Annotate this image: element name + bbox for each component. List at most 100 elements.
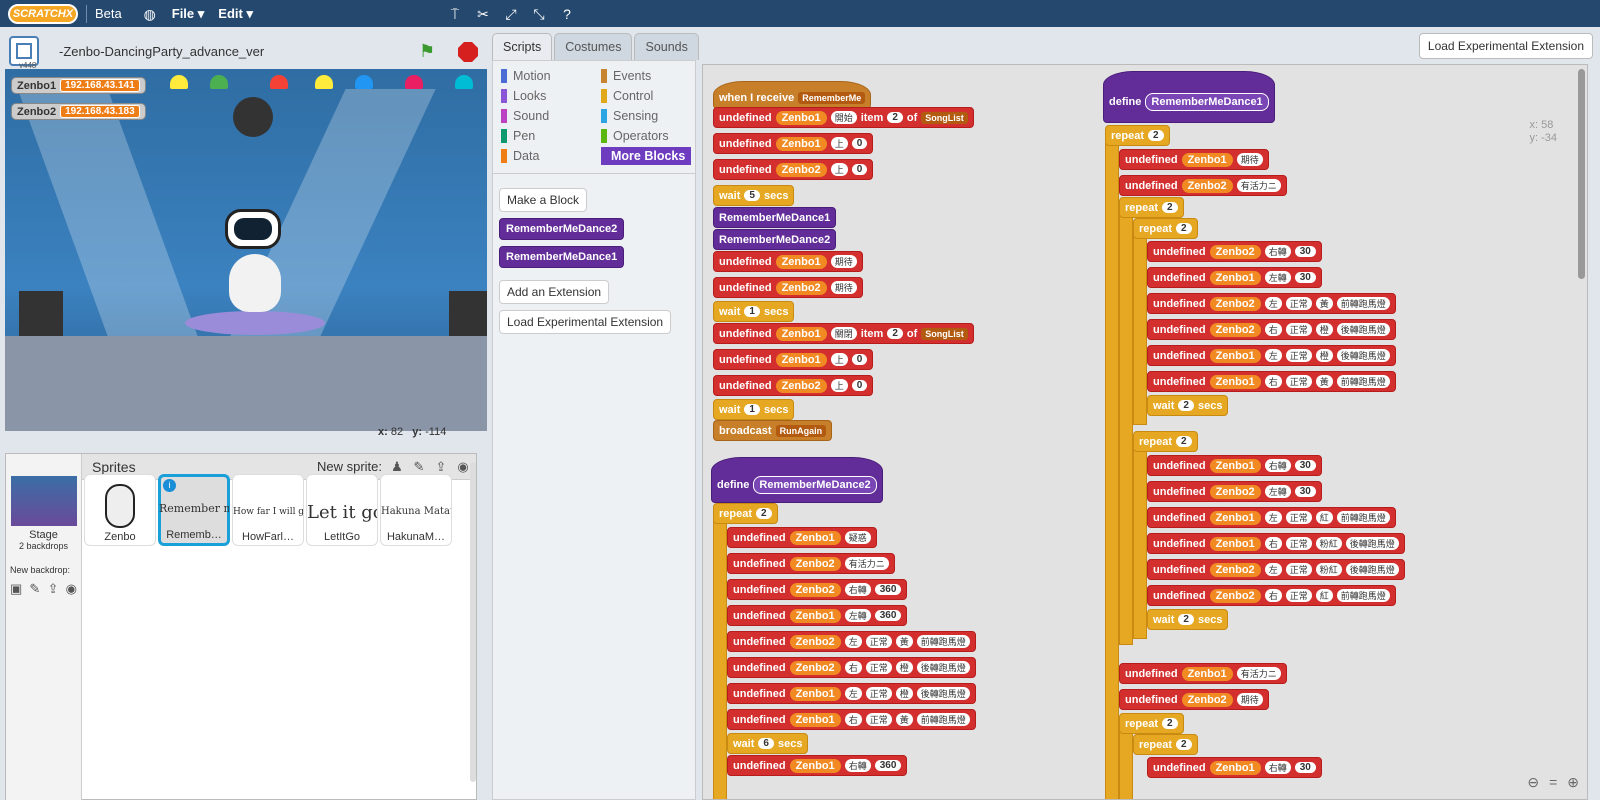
zenbo-block[interactable]: undefined Zenbo1 右轉 30 bbox=[1147, 757, 1322, 778]
repeat-block[interactable]: repeat 2 bbox=[1133, 734, 1198, 755]
sprites-scrollbar[interactable] bbox=[470, 462, 476, 782]
zenbo-robot-body[interactable] bbox=[229, 254, 281, 312]
zenbo-block[interactable]: undefined Zenbo1 期待 bbox=[713, 251, 863, 272]
zenbo-led-block[interactable]: undefined Zenbo2 右正常橙後轉跑馬燈 bbox=[727, 657, 976, 678]
palette-block-dance2[interactable]: RememberMeDance2 bbox=[499, 218, 625, 240]
zenbo-led-block[interactable]: undefined Zenbo2 左正常黃前轉跑馬燈 bbox=[1147, 293, 1396, 314]
zoom-reset-icon[interactable]: = bbox=[1549, 774, 1557, 791]
scratchx-logo[interactable]: SCRATCHX bbox=[8, 3, 78, 24]
zoom-in-icon[interactable]: ⊕ bbox=[1567, 774, 1579, 791]
zenbo-block[interactable]: undefined Zenbo1 右轉 30 bbox=[1147, 455, 1322, 476]
tab-scripts[interactable]: Scripts bbox=[492, 33, 553, 60]
repeat-block[interactable]: repeat 2 bbox=[713, 503, 778, 524]
repeat-block[interactable]: repeat 2 bbox=[1105, 125, 1170, 146]
edit-menu[interactable]: Edit ▾ bbox=[218, 6, 253, 22]
zenbo-led-block[interactable]: undefined Zenbo1 右正常 粉紅 後轉跑馬燈 bbox=[1147, 533, 1405, 554]
zenbo-led-block[interactable]: undefined Zenbo2 右正常橙後轉跑馬燈 bbox=[1147, 319, 1396, 340]
zenbo-block[interactable]: undefined Zenbo1 上 0 bbox=[713, 349, 874, 370]
add-extension-button[interactable]: Add an Extension bbox=[499, 280, 610, 304]
info-icon[interactable]: i bbox=[163, 479, 176, 492]
load-experimental-extension-button[interactable]: Load Experimental Extension bbox=[1418, 33, 1593, 59]
zenbo-led-block[interactable]: undefined Zenbo1 右正常黃前轉跑馬燈 bbox=[1147, 371, 1396, 392]
zenbo-led-block[interactable]: undefined Zenbo2 左正常 粉紅 後轉跑馬燈 bbox=[1147, 559, 1405, 580]
wait-block[interactable]: wait 1 secs bbox=[713, 301, 795, 322]
zenbo-block[interactable]: undefined Zenbo1 左轉 30 bbox=[1147, 267, 1322, 288]
camera-icon[interactable]: ◉ bbox=[66, 581, 77, 597]
zenbo-block[interactable]: undefined Zenbo2 右轉 30 bbox=[1147, 241, 1322, 262]
cut-scissors-icon[interactable]: ✂ bbox=[475, 6, 491, 22]
zenbo-block[interactable]: undefined Zenbo1 疑惑 bbox=[727, 527, 877, 548]
stage-canvas[interactable]: Zenbo1 192.168.43.141 Zenbo2 192.168.43.… bbox=[5, 69, 487, 431]
help-icon[interactable]: ? bbox=[559, 6, 575, 22]
category-more-blocks[interactable]: More Blocks bbox=[601, 147, 691, 165]
zenbo-block[interactable]: undefined Zenbo2 左轉 30 bbox=[1147, 481, 1322, 502]
define-block-dance2[interactable]: define RememberMeDance2 bbox=[711, 457, 883, 503]
category-sound[interactable]: Sound bbox=[501, 107, 601, 125]
when-i-receive-block[interactable]: when I receive RememberMe bbox=[713, 81, 872, 109]
repeat-block[interactable]: repeat 2 bbox=[1133, 218, 1198, 239]
variable-monitor-zenbo1[interactable]: Zenbo1 192.168.43.141 bbox=[11, 77, 146, 94]
zenbo-block[interactable]: undefined Zenbo1 左轉 360 bbox=[727, 605, 908, 626]
script-scrollbar[interactable] bbox=[1578, 69, 1585, 279]
category-operators[interactable]: Operators bbox=[601, 127, 701, 145]
zenbo-block[interactable]: undefined Zenbo1 期待 bbox=[1119, 149, 1269, 170]
stage-thumbnail[interactable] bbox=[10, 476, 77, 526]
category-events[interactable]: Events bbox=[601, 67, 701, 85]
zenbo-block[interactable]: undefined Zenbo1 開始 item 2 of SongList bbox=[713, 107, 974, 128]
green-flag-icon[interactable]: ⚑ bbox=[419, 41, 439, 61]
zenbo-led-block[interactable]: undefined Zenbo1 左正常橙後轉跑馬燈 bbox=[1147, 345, 1396, 366]
paint-brush-icon[interactable]: ✎ bbox=[29, 581, 40, 597]
wait-block[interactable]: wait 6 secs bbox=[727, 733, 809, 754]
sprite-tile[interactable]: How far I will go HowFarl… bbox=[232, 474, 304, 546]
duplicate-stamp-icon[interactable]: ⍑ bbox=[447, 6, 463, 22]
paint-brush-icon[interactable]: ✎ bbox=[410, 459, 428, 475]
stop-icon[interactable] bbox=[458, 42, 478, 62]
tab-sounds[interactable]: Sounds bbox=[634, 33, 699, 60]
repeat-block[interactable]: repeat 2 bbox=[1119, 713, 1184, 734]
sprite-tile[interactable]: Let it go LetItGo bbox=[306, 474, 378, 546]
category-motion[interactable]: Motion bbox=[501, 67, 601, 85]
sprite-tile[interactable]: Zenbo bbox=[84, 474, 156, 546]
grow-icon[interactable]: ⤢ bbox=[503, 6, 519, 22]
category-control[interactable]: Control bbox=[601, 87, 701, 105]
repeat-block[interactable]: repeat 2 bbox=[1119, 197, 1184, 218]
repeat-block[interactable]: repeat 2 bbox=[1133, 431, 1198, 452]
tab-costumes[interactable]: Costumes bbox=[554, 33, 633, 60]
shrink-icon[interactable]: ⤡ bbox=[531, 6, 547, 22]
palette-block-dance1[interactable]: RememberMeDance1 bbox=[499, 246, 625, 268]
load-extension-button[interactable]: Load Experimental Extension bbox=[499, 310, 672, 334]
file-menu[interactable]: File ▾ bbox=[172, 6, 205, 22]
zenbo-block[interactable]: undefined Zenbo1 右轉 360 bbox=[727, 755, 908, 776]
script-area[interactable]: x: 58 y: -34 when I receive RememberMe und… bbox=[702, 64, 1588, 800]
zenbo-led-block[interactable]: undefined Zenbo1 右正常黃前轉跑馬燈 bbox=[727, 709, 976, 730]
category-sensing[interactable]: Sensing bbox=[601, 107, 701, 125]
wait-block[interactable]: wait 5 secs bbox=[713, 185, 795, 206]
call-dance1-block[interactable]: RememberMeDance1 bbox=[713, 207, 837, 228]
sprite-tile[interactable]: Hakuna Matata HakunaM… bbox=[380, 474, 452, 546]
zenbo-block[interactable]: undefined Zenbo2 上 0 bbox=[713, 375, 874, 396]
category-looks[interactable]: Looks bbox=[501, 87, 601, 105]
make-a-block-button[interactable]: Make a Block bbox=[499, 188, 588, 212]
zenbo-block[interactable]: undefined Zenbo1 有活力ニ bbox=[1119, 663, 1287, 684]
sprite-library-icon[interactable]: ♟ bbox=[388, 459, 406, 475]
zenbo-robot-head[interactable] bbox=[225, 209, 281, 249]
zenbo-block[interactable]: undefined Zenbo1 上 0 bbox=[713, 133, 874, 154]
wait-block[interactable]: wait 2 secs bbox=[1147, 609, 1229, 630]
image-library-icon[interactable]: ▣ bbox=[10, 581, 22, 597]
zenbo-block[interactable]: undefined Zenbo2 上 0 bbox=[713, 159, 874, 180]
sprite-tile[interactable]: i Remember me Rememb… bbox=[158, 474, 230, 546]
upload-icon[interactable]: ⇪ bbox=[432, 459, 450, 475]
zenbo-block[interactable]: undefined Zenbo2 期待 bbox=[713, 277, 863, 298]
upload-icon[interactable]: ⇪ bbox=[47, 581, 59, 597]
category-pen[interactable]: Pen bbox=[501, 127, 601, 145]
zenbo-block[interactable]: undefined Zenbo2 期待 bbox=[1119, 689, 1269, 710]
zenbo-block[interactable]: undefined Zenbo2 有活力ニ bbox=[1119, 175, 1287, 196]
zenbo-block[interactable]: undefined Zenbo2 右轉 360 bbox=[727, 579, 908, 600]
zenbo-block[interactable]: undefined Zenbo1 關閉 item 2 of SongList bbox=[713, 323, 974, 344]
zenbo-led-block[interactable]: undefined Zenbo2 右正常紅前轉跑馬燈 bbox=[1147, 585, 1396, 606]
wait-block[interactable]: wait 1 secs bbox=[713, 399, 795, 420]
broadcast-block[interactable]: broadcast RunAgain bbox=[713, 420, 833, 441]
globe-icon[interactable]: ◍ bbox=[142, 6, 158, 22]
wait-block[interactable]: wait 2 secs bbox=[1147, 395, 1229, 416]
define-block-dance1[interactable]: define RememberMeDance1 bbox=[1103, 71, 1275, 123]
